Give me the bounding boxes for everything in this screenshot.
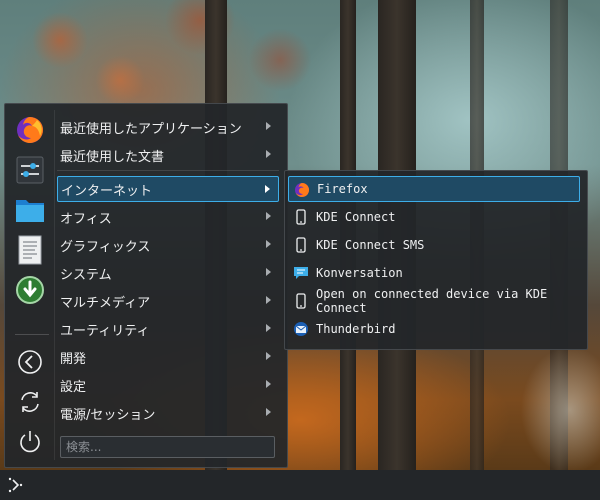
category-system[interactable]: システム xyxy=(57,260,279,286)
folder-icon xyxy=(16,200,44,222)
shutdown-button[interactable] xyxy=(9,424,51,460)
category-label: グラフィックス xyxy=(60,239,151,255)
submenu-item-konversation[interactable]: Konversation xyxy=(288,260,580,286)
submenu-item-label: Open on connected device via KDE Connect xyxy=(316,287,548,315)
submenu-item-kde-connect[interactable]: KDE Connect xyxy=(288,204,580,230)
category-graphics[interactable]: グラフィックス xyxy=(57,232,279,258)
chevron-right-icon xyxy=(266,324,271,332)
favorite-file-manager[interactable] xyxy=(9,192,51,228)
phone-icon xyxy=(296,237,306,253)
category-development[interactable]: 開発 xyxy=(57,344,279,370)
firefox-icon xyxy=(295,182,310,197)
chevron-right-icon xyxy=(265,185,270,193)
category-label: 最近使用した文書 xyxy=(60,149,165,165)
category-label: インターネット xyxy=(61,183,153,199)
chevron-right-icon xyxy=(266,268,271,276)
category-label: 設定 xyxy=(60,379,87,395)
internet-submenu: Firefox KDE Connect KDE Connect SMS Konv… xyxy=(284,170,588,350)
category-label: 電源/セッション xyxy=(60,407,156,423)
phone-icon xyxy=(296,293,306,309)
category-label: 最近使用したアプリケーション xyxy=(60,121,242,137)
submenu-item-firefox[interactable]: Firefox xyxy=(288,176,580,202)
category-recent-applications[interactable]: 最近使用したアプリケーション xyxy=(57,114,279,140)
submenu-item-label: KDE Connect SMS xyxy=(316,238,425,252)
switch-user-button[interactable] xyxy=(9,384,51,420)
category-power-session[interactable]: 電源/セッション xyxy=(57,400,279,426)
chevron-right-icon xyxy=(266,380,271,388)
firefox-icon xyxy=(17,117,43,143)
favorite-system-settings[interactable] xyxy=(9,152,51,188)
category-internet[interactable]: インターネット xyxy=(57,176,279,202)
favorite-software-center[interactable] xyxy=(9,272,51,308)
search-input[interactable] xyxy=(60,436,275,458)
favorite-text-editor[interactable] xyxy=(9,232,51,268)
software-center-icon xyxy=(16,276,44,304)
text-editor-icon xyxy=(18,235,42,265)
submenu-item-open-on-device[interactable]: Open on connected device via KDE Connect xyxy=(288,287,580,315)
category-label: ユーティリティ xyxy=(60,323,150,339)
category-office[interactable]: オフィス xyxy=(57,204,279,230)
app-launcher-button[interactable] xyxy=(4,473,28,497)
mail-icon xyxy=(294,322,308,336)
chevron-right-icon xyxy=(266,352,271,360)
chevron-right-icon xyxy=(266,240,271,248)
chevron-right-icon xyxy=(266,296,271,304)
favorites-column xyxy=(9,108,51,463)
shutdown-icon xyxy=(20,431,40,453)
category-label: 開発 xyxy=(60,351,87,367)
category-recent-documents[interactable]: 最近使用した文書 xyxy=(57,142,279,168)
app-launcher-icon xyxy=(8,477,23,493)
application-menu: 最近使用したアプリケーション 最近使用した文書 インターネット オフィス グラフ… xyxy=(4,103,288,468)
category-label: マルチメディア xyxy=(60,295,151,311)
submenu-item-label: KDE Connect xyxy=(316,210,396,224)
category-label: オフィス xyxy=(60,211,112,227)
favorite-firefox[interactable] xyxy=(9,112,51,148)
switch-user-icon xyxy=(21,392,39,412)
category-label: システム xyxy=(60,267,112,283)
phone-icon xyxy=(296,209,306,225)
lock-screen-icon xyxy=(18,350,42,374)
chevron-right-icon xyxy=(266,212,271,220)
chevron-right-icon xyxy=(266,150,271,158)
chevron-right-icon xyxy=(266,408,271,416)
taskbar xyxy=(0,470,600,500)
submenu-item-label: Konversation xyxy=(316,266,403,280)
chat-icon xyxy=(294,267,308,279)
submenu-item-thunderbird[interactable]: Thunderbird xyxy=(288,316,580,342)
lock-screen-button[interactable] xyxy=(9,344,51,380)
submenu-item-label: Firefox xyxy=(317,182,368,196)
category-utilities[interactable]: ユーティリティ xyxy=(57,316,279,342)
system-settings-icon xyxy=(16,156,44,184)
submenu-item-kde-connect-sms[interactable]: KDE Connect SMS xyxy=(288,232,580,258)
category-multimedia[interactable]: マルチメディア xyxy=(57,288,279,314)
category-settings[interactable]: 設定 xyxy=(57,372,279,398)
submenu-item-label: Thunderbird xyxy=(316,322,396,336)
chevron-right-icon xyxy=(266,122,271,130)
